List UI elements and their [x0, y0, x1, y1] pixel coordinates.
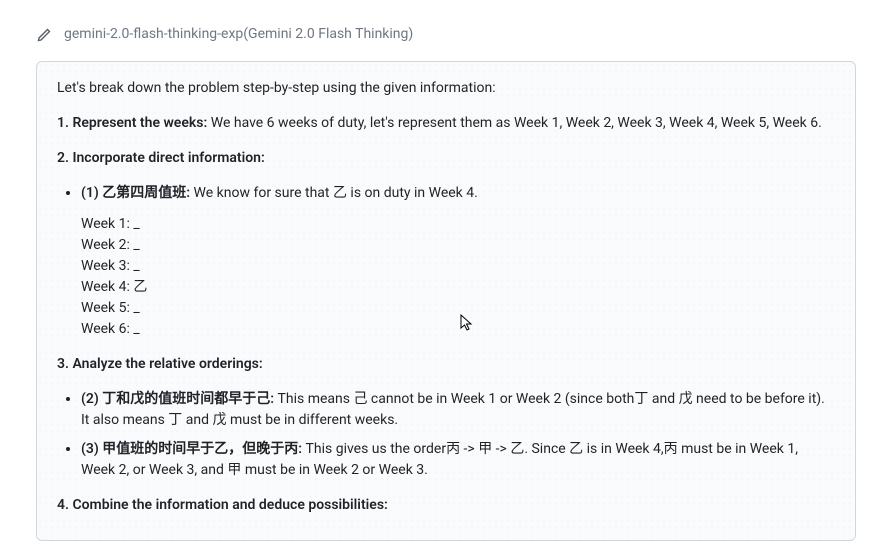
response-box: Let's break down the problem step-by-ste…	[36, 61, 856, 541]
edit-icon[interactable]	[36, 27, 52, 43]
week-line: Week 3: _	[81, 256, 835, 277]
week-line: Week 6: _	[81, 319, 835, 340]
list-item: (3) 甲值班的时间早于乙，但晚于丙: This gives us the or…	[81, 439, 835, 481]
section-3-head-line: 3. Analyze the relative orderings:	[57, 354, 835, 375]
section-2-list: (1) 乙第四周值班: We know for sure that 乙 is o…	[57, 183, 835, 340]
week-line: Week 5: _	[81, 298, 835, 319]
section-1: 1. Represent the weeks: We have 6 weeks …	[57, 113, 835, 134]
section-2-head-line: 2. Incorporate direct information:	[57, 148, 835, 169]
section-1-body: We have 6 weeks of duty, let's represent…	[207, 115, 821, 131]
section-3-list: (2) 丁和戊的值班时间都早于己: This means 己 cannot be…	[57, 389, 835, 481]
item-1-label: (1) 乙第四周值班:	[81, 185, 190, 201]
item-2-label: (2) 丁和戊的值班时间都早于己:	[81, 391, 274, 407]
section-3-head: 3. Analyze the relative orderings:	[57, 356, 263, 372]
section-2-head: 2. Incorporate direct information:	[57, 150, 265, 166]
section-4-head: 4. Combine the information and deduce po…	[57, 497, 388, 513]
section-1-head: 1. Represent the weeks:	[57, 115, 207, 131]
list-item: (1) 乙第四周值班: We know for sure that 乙 is o…	[81, 183, 835, 340]
intro-text: Let's break down the problem step-by-ste…	[57, 78, 835, 99]
week-line: Week 1: _	[81, 214, 835, 235]
week-line: Week 2: _	[81, 235, 835, 256]
header-row: gemini-2.0-flash-thinking-exp(Gemini 2.0…	[36, 24, 856, 45]
item-3-label: (3) 甲值班的时间早于乙，但晚于丙:	[81, 441, 302, 457]
week-line: Week 4: 乙	[81, 277, 835, 298]
model-name: gemini-2.0-flash-thinking-exp(Gemini 2.0…	[64, 24, 413, 45]
week-block: Week 1: _ Week 2: _ Week 3: _ Week 4: 乙 …	[81, 214, 835, 340]
item-1-body: We know for sure that 乙 is on duty in We…	[190, 185, 478, 201]
list-item: (2) 丁和戊的值班时间都早于己: This means 己 cannot be…	[81, 389, 835, 431]
page-root: gemini-2.0-flash-thinking-exp(Gemini 2.0…	[0, 0, 892, 541]
section-4-head-line: 4. Combine the information and deduce po…	[57, 495, 835, 516]
